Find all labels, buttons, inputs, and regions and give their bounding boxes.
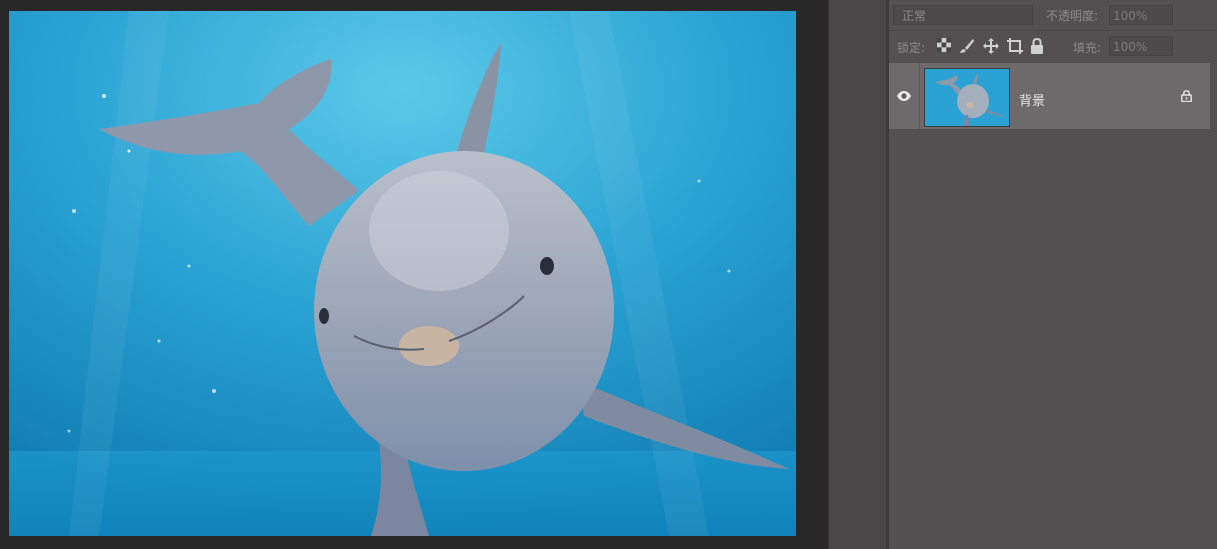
blend-options-row: 正常 不透明度: 100% xyxy=(889,0,1217,31)
canvas-image[interactable] xyxy=(9,11,796,536)
lock-image-pixels-icon[interactable] xyxy=(959,38,975,54)
lock-transparent-pixels-icon[interactable] xyxy=(937,38,953,54)
layer-visibility-toggle[interactable] xyxy=(889,63,920,129)
lock-label: 锁定: xyxy=(897,41,926,55)
layer-row-background[interactable]: 背景 xyxy=(889,63,1210,129)
layer-lock-icon xyxy=(1181,90,1192,105)
lock-artboard-icon[interactable] xyxy=(1007,38,1023,54)
fill-label: 填充: xyxy=(1073,41,1102,55)
layer-name[interactable]: 背景 xyxy=(1019,90,1045,109)
lock-options-row: 锁定: 填充: 100% xyxy=(889,31,1217,61)
dolphin-photo xyxy=(9,11,796,536)
photoshop-window: 正常 不透明度: 100% 锁定: 填充: 100% 背景 xyxy=(0,0,1217,549)
opacity-input[interactable]: 100% xyxy=(1109,5,1173,25)
document-canvas-area[interactable] xyxy=(0,0,828,549)
fill-input[interactable]: 100% xyxy=(1109,36,1173,56)
panel-dock-strip xyxy=(828,0,887,549)
opacity-label: 不透明度: xyxy=(1046,9,1099,23)
eye-icon xyxy=(897,91,911,101)
blend-mode-select[interactable]: 正常 xyxy=(893,5,1033,25)
lock-position-icon[interactable] xyxy=(983,38,999,54)
lock-all-icon[interactable] xyxy=(1030,37,1046,54)
layer-thumbnail[interactable] xyxy=(924,68,1010,127)
layers-panel: 正常 不透明度: 100% 锁定: 填充: 100% 背景 xyxy=(889,0,1217,549)
